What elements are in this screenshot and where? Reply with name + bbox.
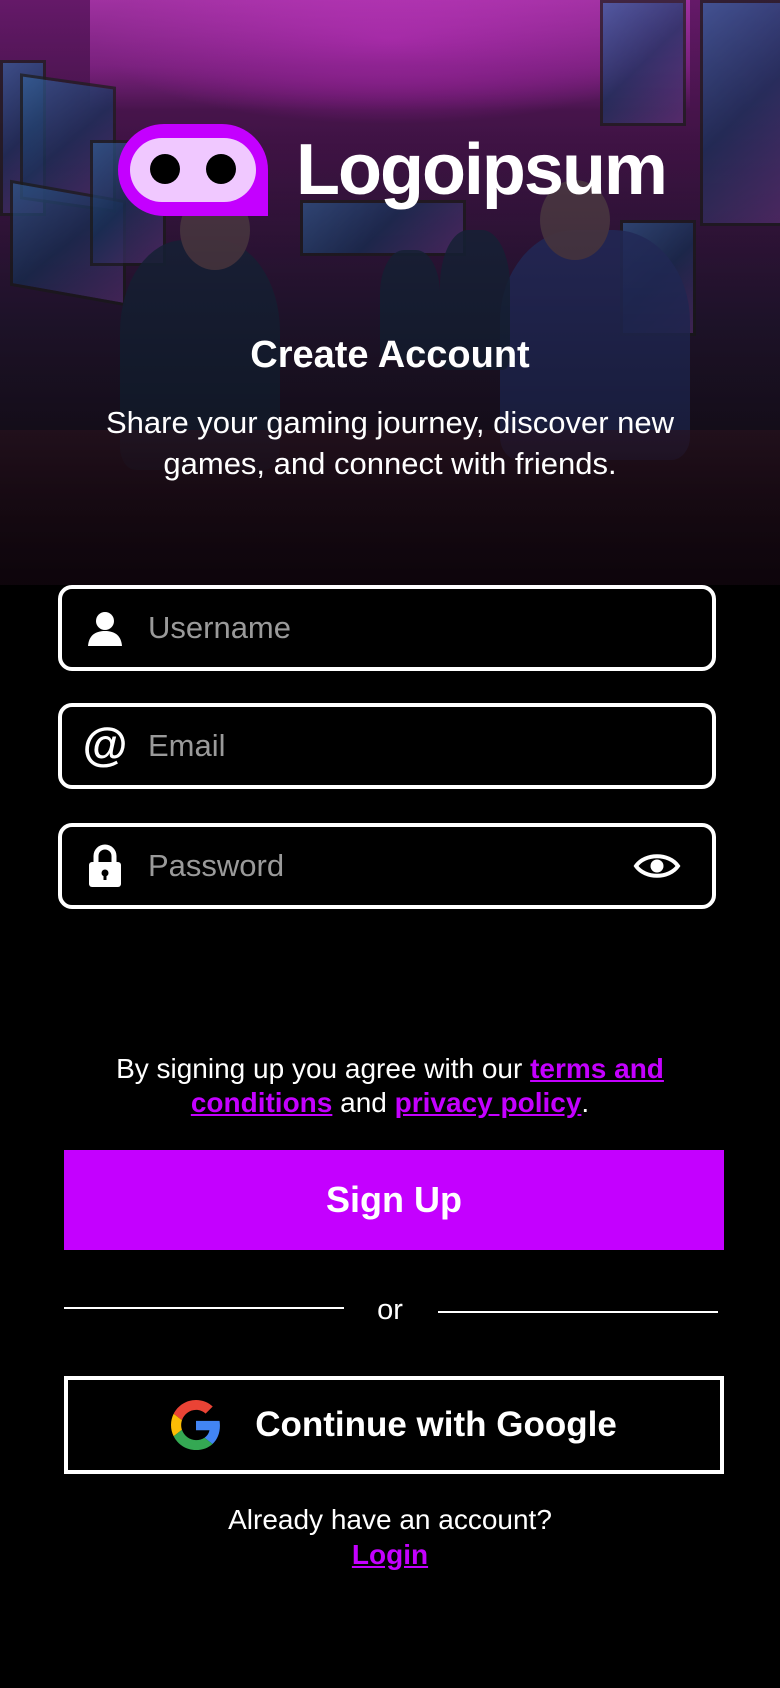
terms-prefix: By signing up you agree with our xyxy=(116,1053,531,1084)
google-icon xyxy=(171,1400,221,1450)
divider-left xyxy=(64,1307,344,1309)
privacy-link[interactable]: privacy policy xyxy=(395,1087,582,1118)
login-link[interactable]: Login xyxy=(352,1539,428,1570)
email-field[interactable]: @ xyxy=(58,703,716,789)
terms-notice: By signing up you agree with our terms a… xyxy=(100,1052,680,1120)
username-input[interactable] xyxy=(148,610,712,646)
divider-right xyxy=(438,1311,718,1313)
page-subtitle: Share your gaming journey, discover new … xyxy=(105,405,675,481)
password-input[interactable] xyxy=(148,848,622,884)
brand-logo: Logoipsum xyxy=(118,124,668,216)
terms-suffix: . xyxy=(581,1087,590,1118)
hero-background-photo xyxy=(0,0,780,585)
brand-name: Logoipsum xyxy=(296,130,668,210)
continue-with-google-button[interactable]: Continue with Google xyxy=(64,1376,724,1474)
lock-icon xyxy=(62,844,148,888)
email-input[interactable] xyxy=(148,728,712,764)
already-have-account-text: Already have an account? xyxy=(228,1504,552,1535)
username-field[interactable] xyxy=(58,585,716,671)
at-icon: @ xyxy=(62,723,148,769)
terms-middle: and xyxy=(332,1087,395,1118)
password-field[interactable] xyxy=(58,823,716,909)
or-separator: or xyxy=(377,1294,403,1326)
google-button-label: Continue with Google xyxy=(255,1405,617,1444)
logo-mascot-icon xyxy=(118,124,268,216)
svg-text:@: @ xyxy=(83,723,128,769)
eye-icon[interactable] xyxy=(622,850,692,882)
sign-up-button[interactable]: Sign Up xyxy=(64,1150,724,1250)
user-icon xyxy=(62,608,148,648)
page-title: Create Account xyxy=(250,334,530,376)
